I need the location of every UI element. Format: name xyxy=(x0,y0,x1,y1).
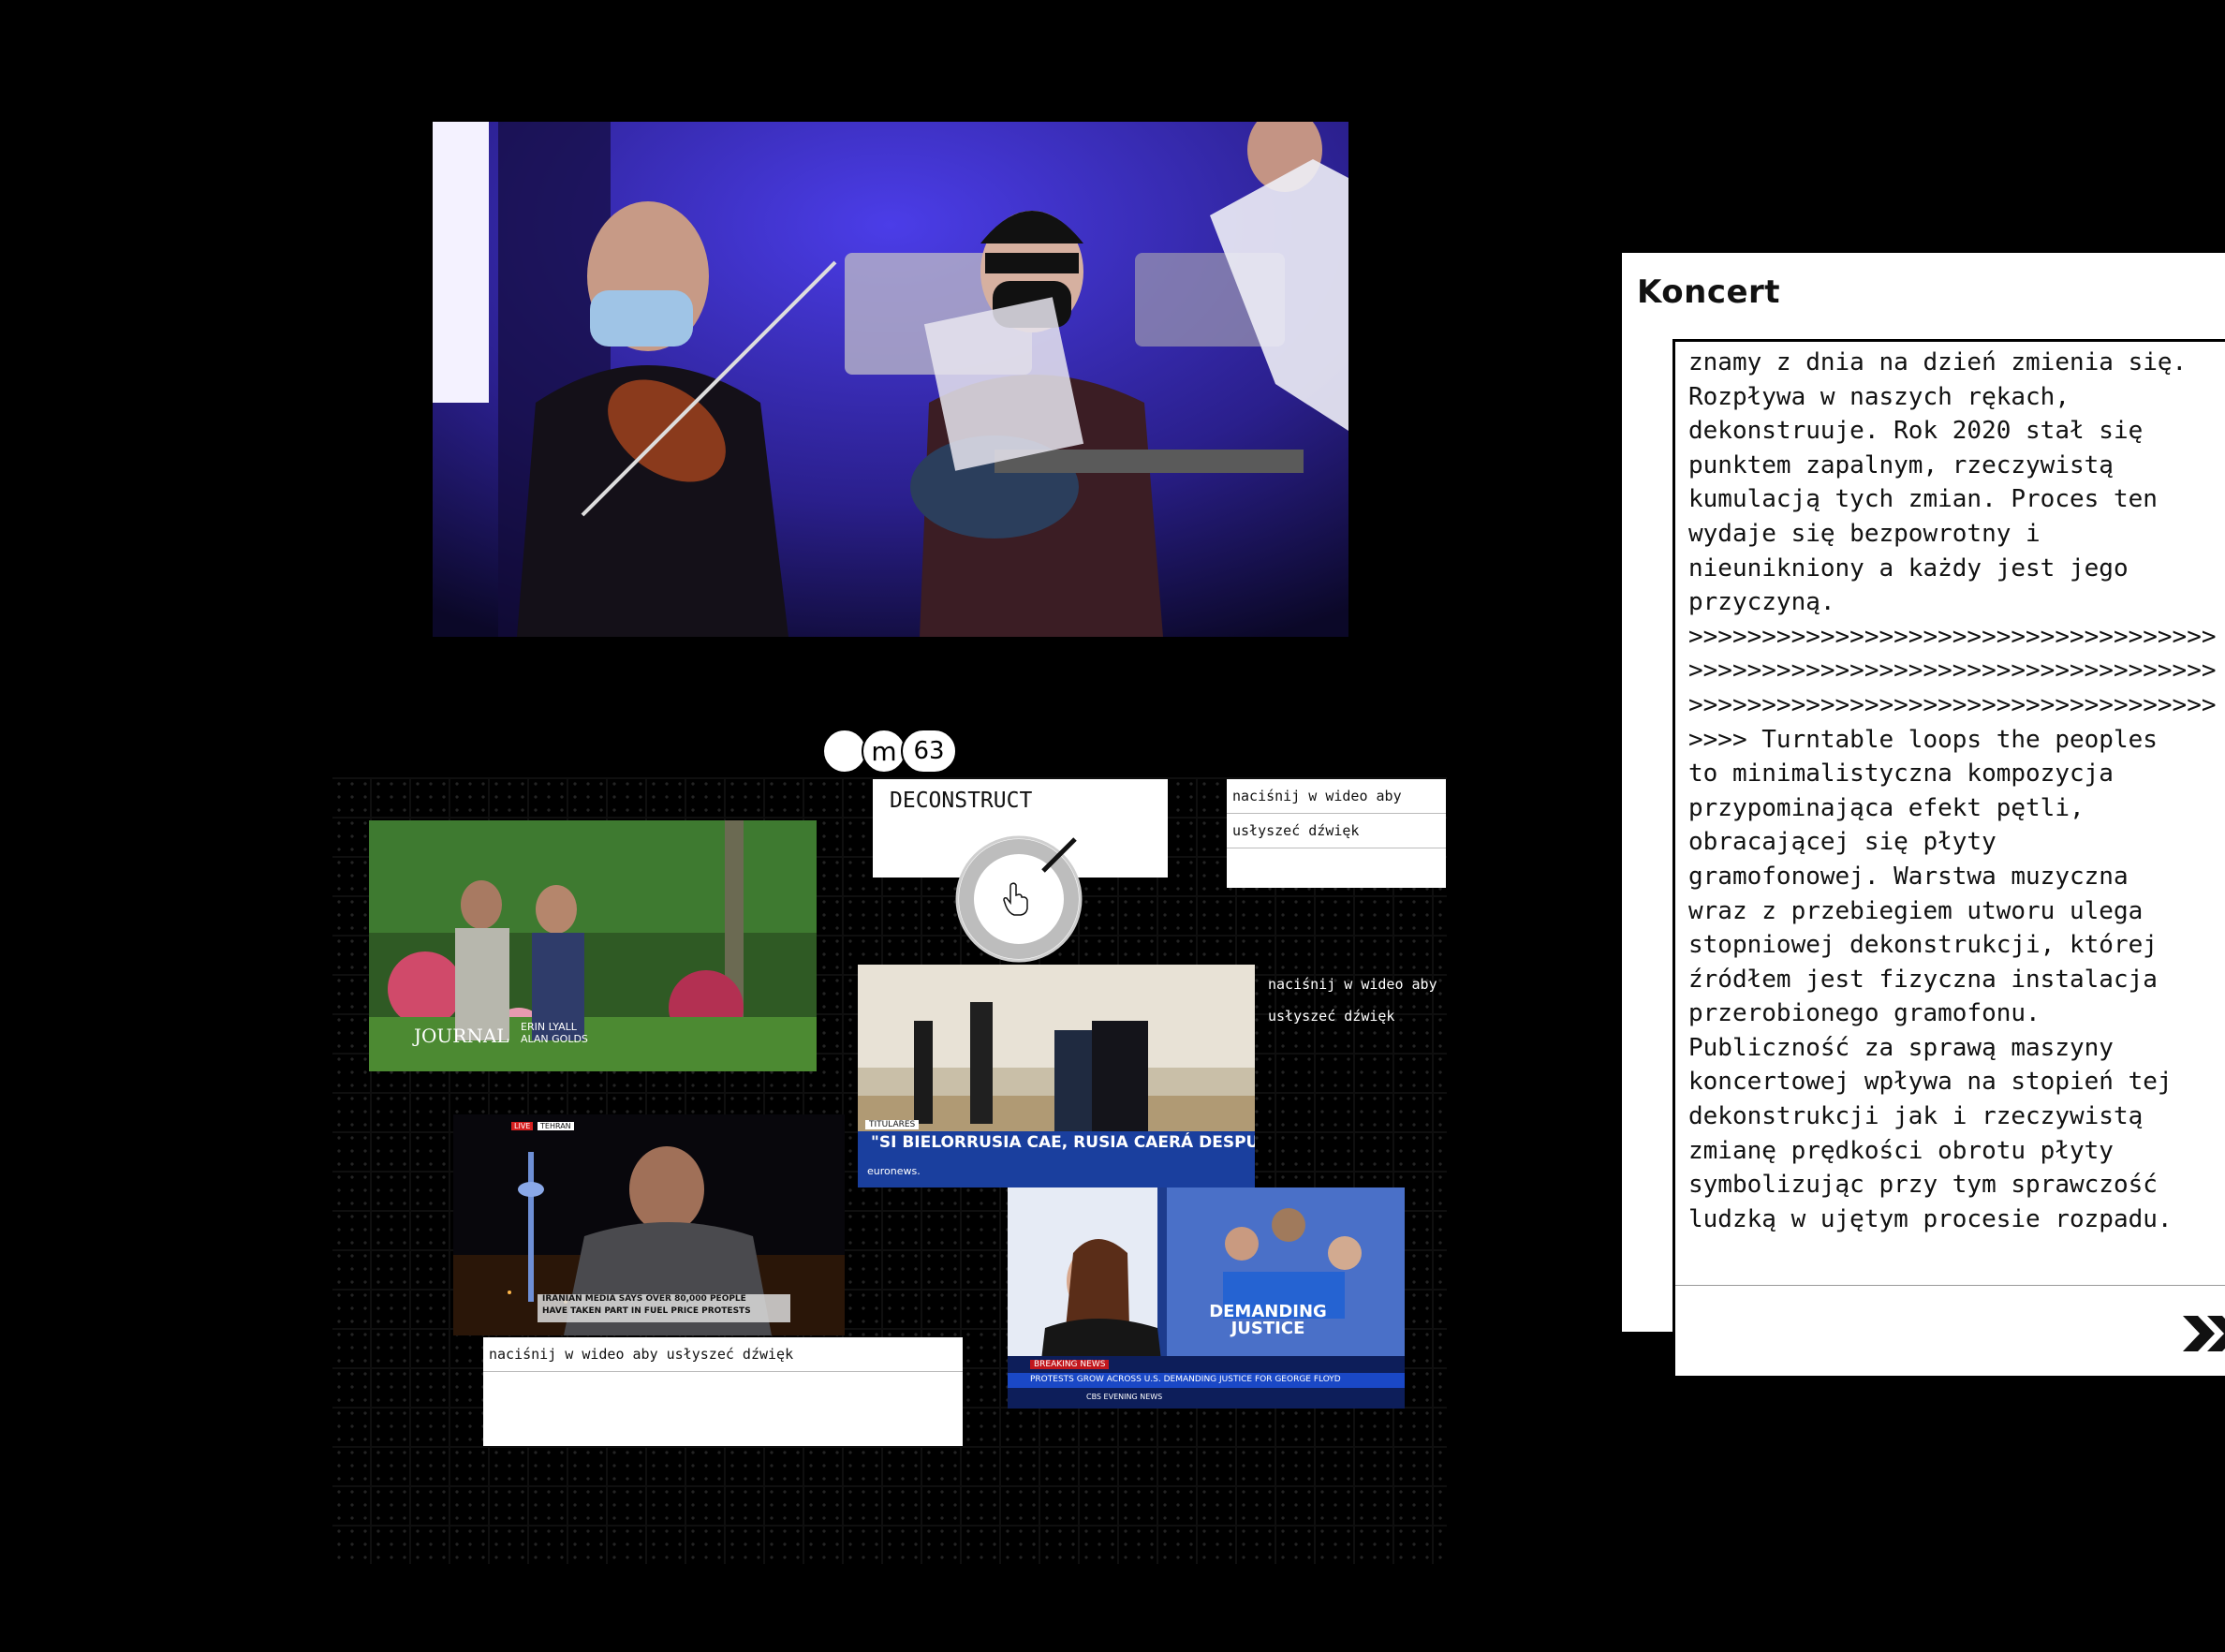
journal-names: ERIN LYALL ALAN GOLDS xyxy=(521,1021,588,1045)
panel-title: Koncert xyxy=(1637,273,1781,311)
divider xyxy=(1675,1285,2225,1286)
euronews-headline: "SI BIELORRUSIA CAE, RUSIA CAERÁ DESPUÉS… xyxy=(871,1133,1255,1152)
koncert-description: znamy z dnia na dzień zmienia się. Rozpł… xyxy=(1688,348,2217,1233)
koncert-text-box[interactable]: znamy z dnia na dzień zmienia się. Rozpł… xyxy=(1672,339,2225,1379)
euronews-tag: TITULARES xyxy=(865,1120,920,1129)
caption-text: naciśnij w wideo aby xyxy=(1268,976,1437,993)
logo: m 63 xyxy=(822,729,957,774)
euronews-video[interactable]: TITULARES "SI BIELORRUSIA CAE, RUSIA CAE… xyxy=(858,965,1255,1187)
double-chevron-right-icon xyxy=(2183,1316,2225,1351)
caption-side: naciśnij w wideo aby usłyszeć dźwięk xyxy=(1268,968,1446,1032)
next-button[interactable] xyxy=(2179,1310,2225,1357)
concert-video[interactable] xyxy=(433,122,1348,637)
caption-box-bottom: naciśnij w wideo aby usłyszeć dźwięk xyxy=(483,1337,963,1446)
logo-m: m xyxy=(862,729,906,774)
cbs-breaking: BREAKING NEWS xyxy=(1030,1360,1110,1369)
deconstruct-title: DECONSTRUCT xyxy=(890,789,1033,813)
euronews-brand: euronews. xyxy=(867,1165,921,1177)
hand-cursor-icon xyxy=(1003,882,1028,916)
caption-text: usłyszeć dźwięk xyxy=(1268,1008,1395,1025)
cbs-ticker: PROTESTS GROW ACROSS U.S. DEMANDING JUST… xyxy=(1030,1375,1341,1384)
logo-number: 63 xyxy=(901,729,957,774)
caption-text: usłyszeć dźwięk xyxy=(1227,814,1446,848)
aljazeera-live: LIVE xyxy=(511,1122,534,1130)
caption-box-top: naciśnij w wideo aby usłyszeć dźwięk xyxy=(1227,779,1446,888)
aljazeera-headline2: HAVE TAKEN PART IN FUEL PRICE PROTESTS xyxy=(542,1306,751,1316)
aljazeera-video[interactable]: LIVE TEHRAN IRANIAN MEDIA SAYS OVER 80,0… xyxy=(453,1114,845,1335)
journal-video[interactable]: JOURNAL ERIN LYALL ALAN GOLDS xyxy=(369,820,817,1071)
aljazeera-headline1: IRANIAN MEDIA SAYS OVER 80,000 PEOPLE xyxy=(542,1294,746,1304)
logo-circle xyxy=(822,729,867,774)
caption-text: naciśnij w wideo aby xyxy=(1227,779,1446,814)
aljazeera-city: TEHRAN xyxy=(538,1122,574,1130)
cbs-video[interactable]: DEMANDING JUSTICE BREAKING NEWS PROTESTS… xyxy=(1008,1187,1405,1409)
deconstruct-knob[interactable] xyxy=(953,833,1084,965)
cbs-sign: DEMANDING JUSTICE xyxy=(1209,1302,1327,1338)
caption-text: naciśnij w wideo aby usłyszeć dźwięk xyxy=(483,1337,963,1372)
cbs-show: CBS EVENING NEWS xyxy=(1086,1393,1163,1401)
journal-brand: JOURNAL xyxy=(414,1025,509,1047)
